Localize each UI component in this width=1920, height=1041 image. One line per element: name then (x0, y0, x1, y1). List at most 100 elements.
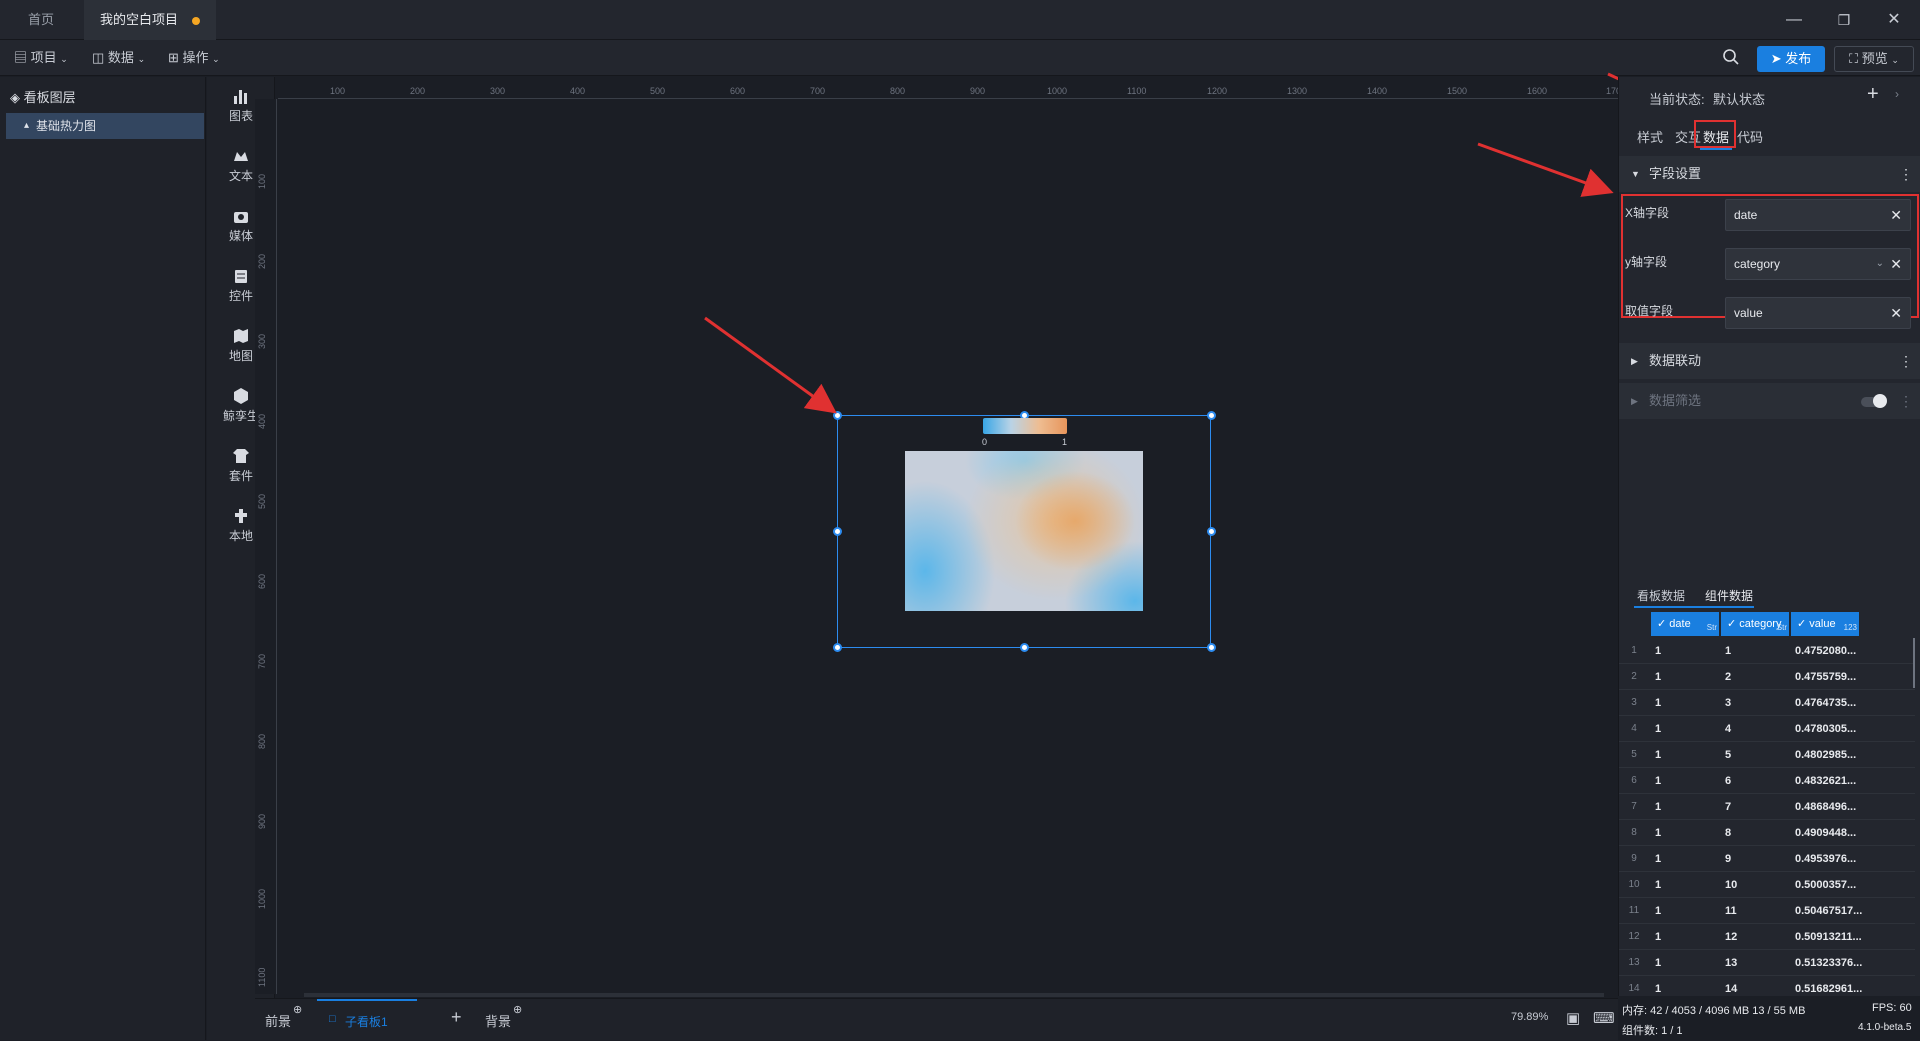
cell-category: 4 (1725, 723, 1732, 735)
monitor-icon: □ (329, 1013, 336, 1025)
state-value[interactable]: 默认状态 (1713, 89, 1765, 108)
cell-value: 0.4755759... (1795, 671, 1857, 683)
table-row[interactable]: 12 1 12 0.50913211... (1619, 924, 1915, 950)
tab-component-data[interactable]: 组件数据 (1705, 587, 1753, 604)
more-icon[interactable]: ⋮ (1899, 156, 1913, 192)
cell-date: 1 (1655, 827, 1662, 839)
clear-icon[interactable]: ✕ (1890, 249, 1902, 279)
caret-down-icon: ▼ (1631, 169, 1640, 179)
fit-screen-icon[interactable]: ▣ (1566, 1009, 1580, 1027)
row-index: 5 (1631, 749, 1637, 760)
zoom-level: 79.89% (1511, 1011, 1549, 1023)
tab-code[interactable]: 代码 (1737, 127, 1763, 146)
chevron-down-icon: ⌄ (1875, 258, 1884, 269)
table-row[interactable]: 9 1 9 0.4953976... (1619, 846, 1915, 872)
cell-category: 5 (1725, 749, 1732, 761)
component-count: 组件数: 1 / 1 (1622, 1025, 1683, 1037)
cell-date: 1 (1655, 879, 1662, 891)
cell-category: 11 (1725, 905, 1737, 917)
column-header-value[interactable]: ✓ value 123 (1791, 612, 1859, 636)
table-row[interactable]: 1 1 1 0.4752080... (1619, 638, 1915, 664)
row-index: 10 (1628, 879, 1640, 890)
tab-board-data[interactable]: 看板数据 (1637, 587, 1685, 604)
data-link-header[interactable]: ▶ 数据联动 ⋮ (1619, 343, 1920, 379)
cell-value: 0.4953976... (1795, 853, 1857, 865)
table-row[interactable]: 6 1 6 0.4832621... (1619, 768, 1915, 794)
field-settings-header[interactable]: ▼ 字段设置 ⋮ (1619, 156, 1920, 192)
add-subboard-icon[interactable]: + (451, 1007, 462, 1028)
tab-style[interactable]: 样式 (1637, 127, 1663, 146)
row-index: 11 (1628, 905, 1640, 916)
column-type: Str (1706, 623, 1717, 632)
row-index: 6 (1631, 775, 1637, 786)
keyboard-icon[interactable]: ⌨ (1593, 1009, 1615, 1027)
cell-value: 0.4752080... (1795, 645, 1857, 657)
table-row[interactable]: 2 1 2 0.4755759... (1619, 664, 1915, 690)
x-field-select[interactable]: date ✕ (1725, 199, 1911, 231)
clear-icon[interactable]: ✕ (1890, 200, 1902, 230)
cell-value: 0.4909448... (1795, 827, 1857, 839)
arrow-to-heatmap (704, 316, 837, 414)
row-index: 9 (1631, 853, 1637, 864)
cell-date: 1 (1655, 957, 1662, 969)
subboard-label: 子看板1 (345, 1015, 388, 1029)
cell-category: 3 (1725, 697, 1732, 709)
data-filter-title: 数据筛选 (1649, 393, 1702, 408)
table-row[interactable]: 10 1 10 0.5000357... (1619, 872, 1915, 898)
column-type: 123 (1843, 623, 1857, 632)
cell-date: 1 (1655, 723, 1662, 735)
cell-category: 10 (1725, 879, 1738, 891)
data-filter-header[interactable]: ▶ 数据筛选 ⋮ (1619, 383, 1920, 419)
caret-right-icon: ▶ (1631, 396, 1638, 406)
table-row[interactable]: 11 1 11 0.50467517... (1619, 898, 1915, 924)
column-type: Str (1776, 623, 1787, 632)
table-row[interactable]: 8 1 8 0.4909448... (1619, 820, 1915, 846)
cell-category: 7 (1725, 801, 1732, 813)
cell-value: 0.50467517... (1795, 905, 1863, 917)
more-icon[interactable]: ⋮ (1899, 343, 1913, 379)
cell-category: 2 (1725, 671, 1732, 683)
cell-date: 1 (1655, 801, 1662, 813)
table-row[interactable]: 7 1 7 0.4868496... (1619, 794, 1915, 820)
x-field-label: X轴字段 (1625, 206, 1670, 220)
cell-category: 8 (1725, 827, 1732, 839)
cell-date: 1 (1655, 853, 1662, 865)
table-row[interactable]: 13 1 13 0.51323376... (1619, 950, 1915, 976)
column-header-date[interactable]: ✓ date Str (1651, 612, 1719, 636)
add-circle-icon[interactable]: ⊕ (293, 1003, 302, 1016)
subboard-tab[interactable]: □ 子看板1 (317, 999, 417, 1041)
foreground-tab[interactable]: 前景 (265, 1011, 291, 1030)
fps-status: FPS: 60 (1872, 1002, 1912, 1014)
field-settings-title: 字段设置 (1649, 166, 1702, 181)
data-tabs-underline (1634, 606, 1754, 608)
more-icon[interactable]: ⋮ (1899, 383, 1913, 419)
cell-date: 1 (1655, 775, 1662, 787)
check-icon: ✓ (1727, 618, 1737, 630)
add-circle-icon[interactable]: ⊕ (513, 1003, 522, 1016)
data-link-title: 数据联动 (1649, 353, 1702, 368)
y-field-select[interactable]: category ⌄ ✕ (1725, 248, 1911, 280)
clear-icon[interactable]: ✕ (1890, 298, 1902, 328)
cell-value: 0.51323376... (1795, 957, 1863, 969)
table-row[interactable]: 5 1 5 0.4802985... (1619, 742, 1915, 768)
column-header-label: value (1809, 618, 1836, 630)
cell-category: 12 (1725, 931, 1738, 943)
add-state-icon[interactable]: + (1867, 83, 1879, 106)
column-header-category[interactable]: ✓ category Str (1721, 612, 1789, 636)
table-row[interactable]: 4 1 4 0.4780305... (1619, 716, 1915, 742)
x-field-value: date (1734, 208, 1758, 222)
cell-category: 6 (1725, 775, 1732, 787)
chevron-right-icon[interactable]: › (1895, 87, 1899, 101)
cell-category: 1 (1725, 645, 1732, 657)
row-index: 7 (1631, 801, 1637, 812)
cell-value: 0.4802985... (1795, 749, 1857, 761)
toggle-knob (1873, 394, 1887, 408)
table-row[interactable]: 3 1 3 0.4764735... (1619, 690, 1915, 716)
tab-data[interactable]: 数据 (1703, 127, 1729, 146)
background-tab[interactable]: 背景 (485, 1011, 511, 1030)
table-scrollbar[interactable] (1913, 638, 1915, 688)
column-header-label: category (1739, 618, 1782, 630)
value-field-select[interactable]: value ✕ (1725, 297, 1911, 329)
cell-date: 1 (1655, 697, 1662, 709)
cell-category: 9 (1725, 853, 1732, 865)
